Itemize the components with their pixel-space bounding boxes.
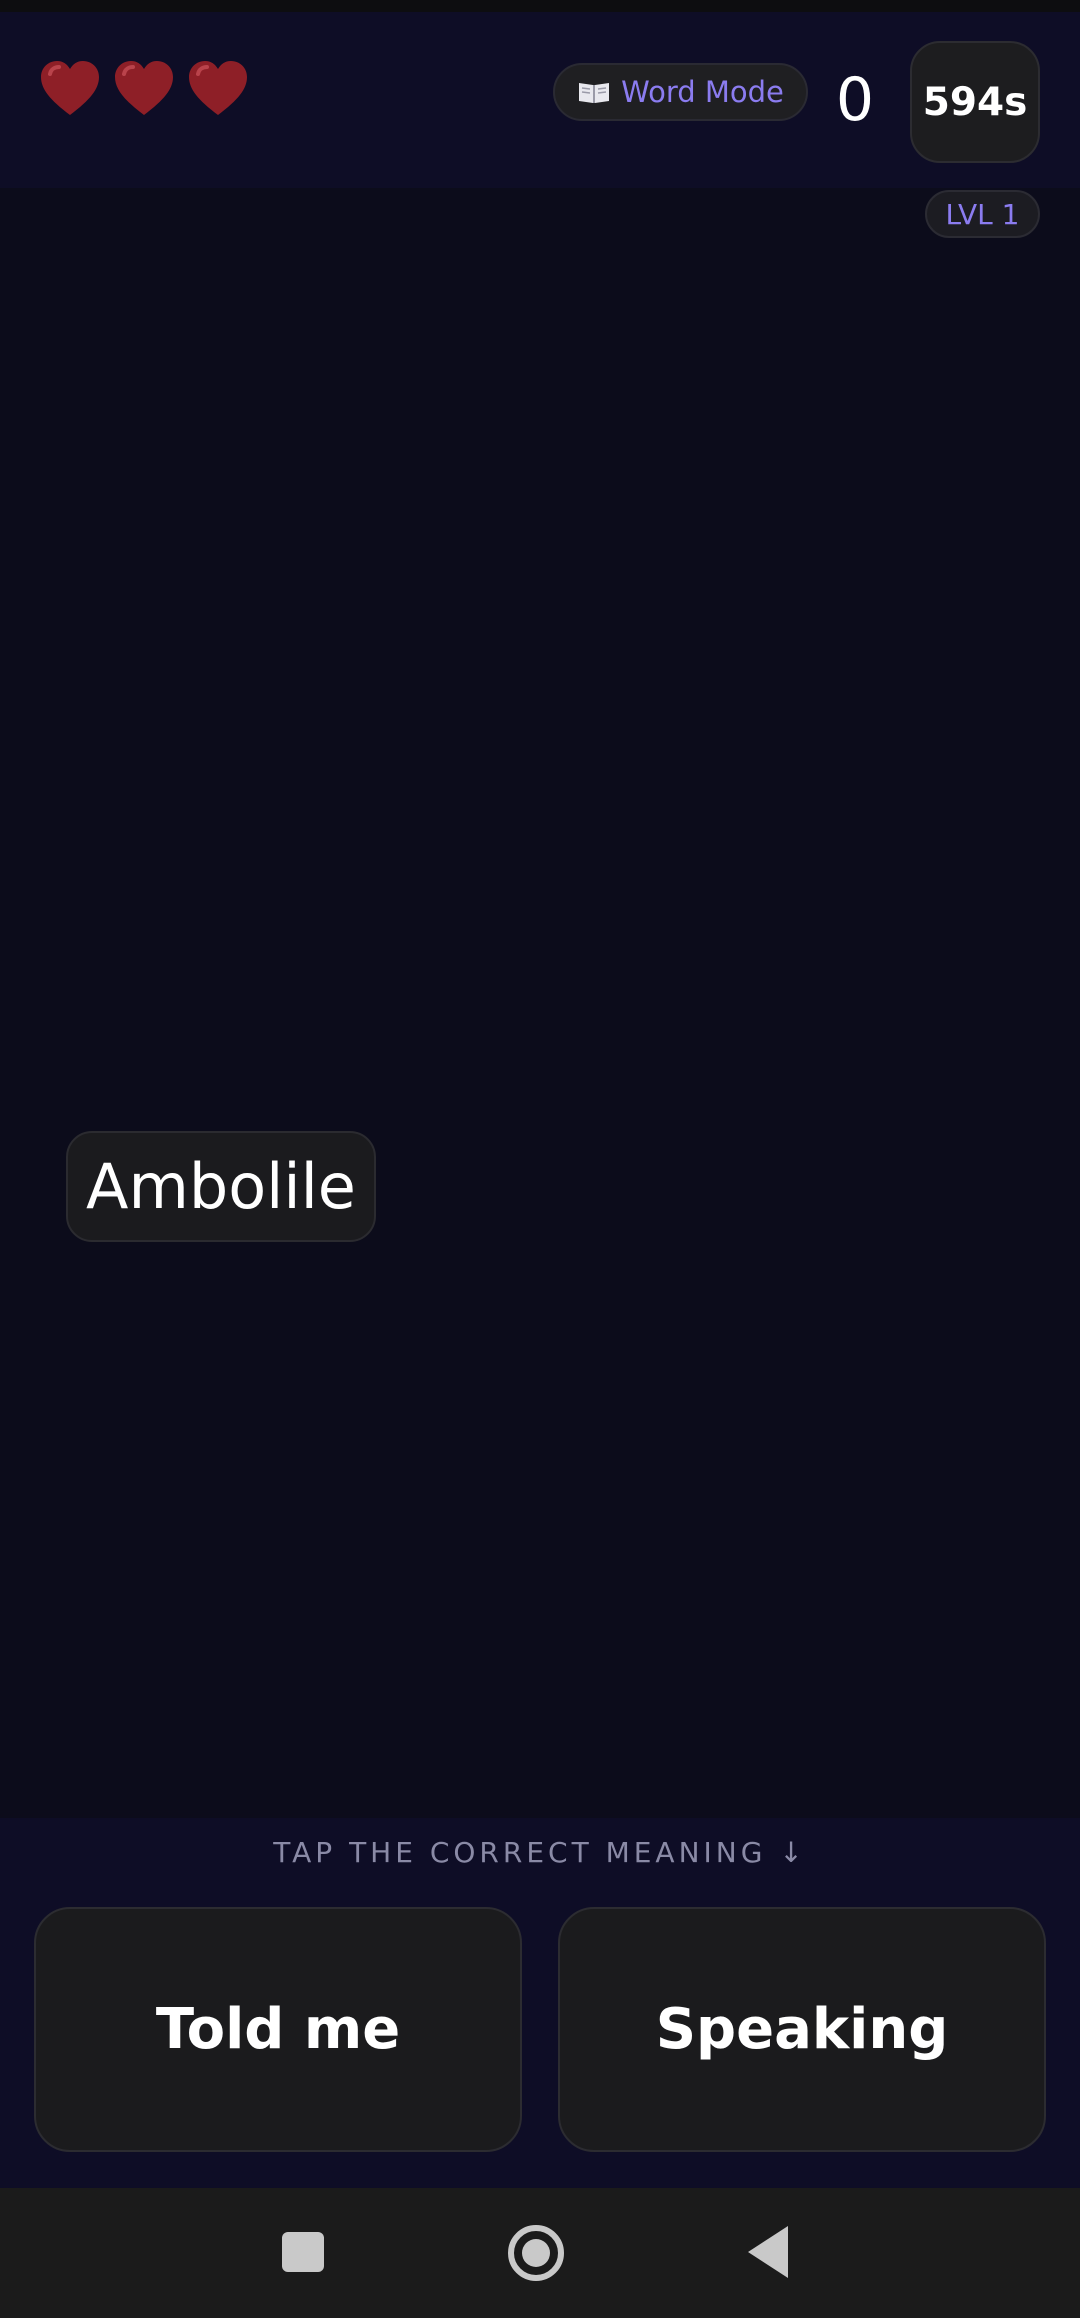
heart-icon (41, 61, 99, 115)
answer-prompt: TAP THE CORRECT MEANING ↓ (273, 1836, 807, 1869)
target-word: Ambolile (66, 1131, 376, 1242)
score-value: 0 (835, 65, 875, 135)
status-bar (0, 0, 1080, 12)
mode-label: Word Mode (621, 75, 784, 109)
answer-option-button[interactable]: Told me (34, 1907, 522, 2152)
answer-option-button[interactable]: Speaking (558, 1907, 1046, 2152)
level-badge: LVL 1 (925, 190, 1040, 238)
open-book-icon (579, 83, 610, 103)
recents-square-icon[interactable] (282, 2232, 324, 2272)
mode-badge: Word Mode (553, 63, 808, 121)
heart-icon (115, 61, 173, 115)
lives-indicator (38, 58, 250, 118)
back-triangle-icon[interactable] (748, 2226, 788, 2278)
timer-badge: 594s (910, 41, 1040, 163)
heart-icon (189, 61, 247, 115)
home-circle-icon-dot (522, 2239, 550, 2267)
